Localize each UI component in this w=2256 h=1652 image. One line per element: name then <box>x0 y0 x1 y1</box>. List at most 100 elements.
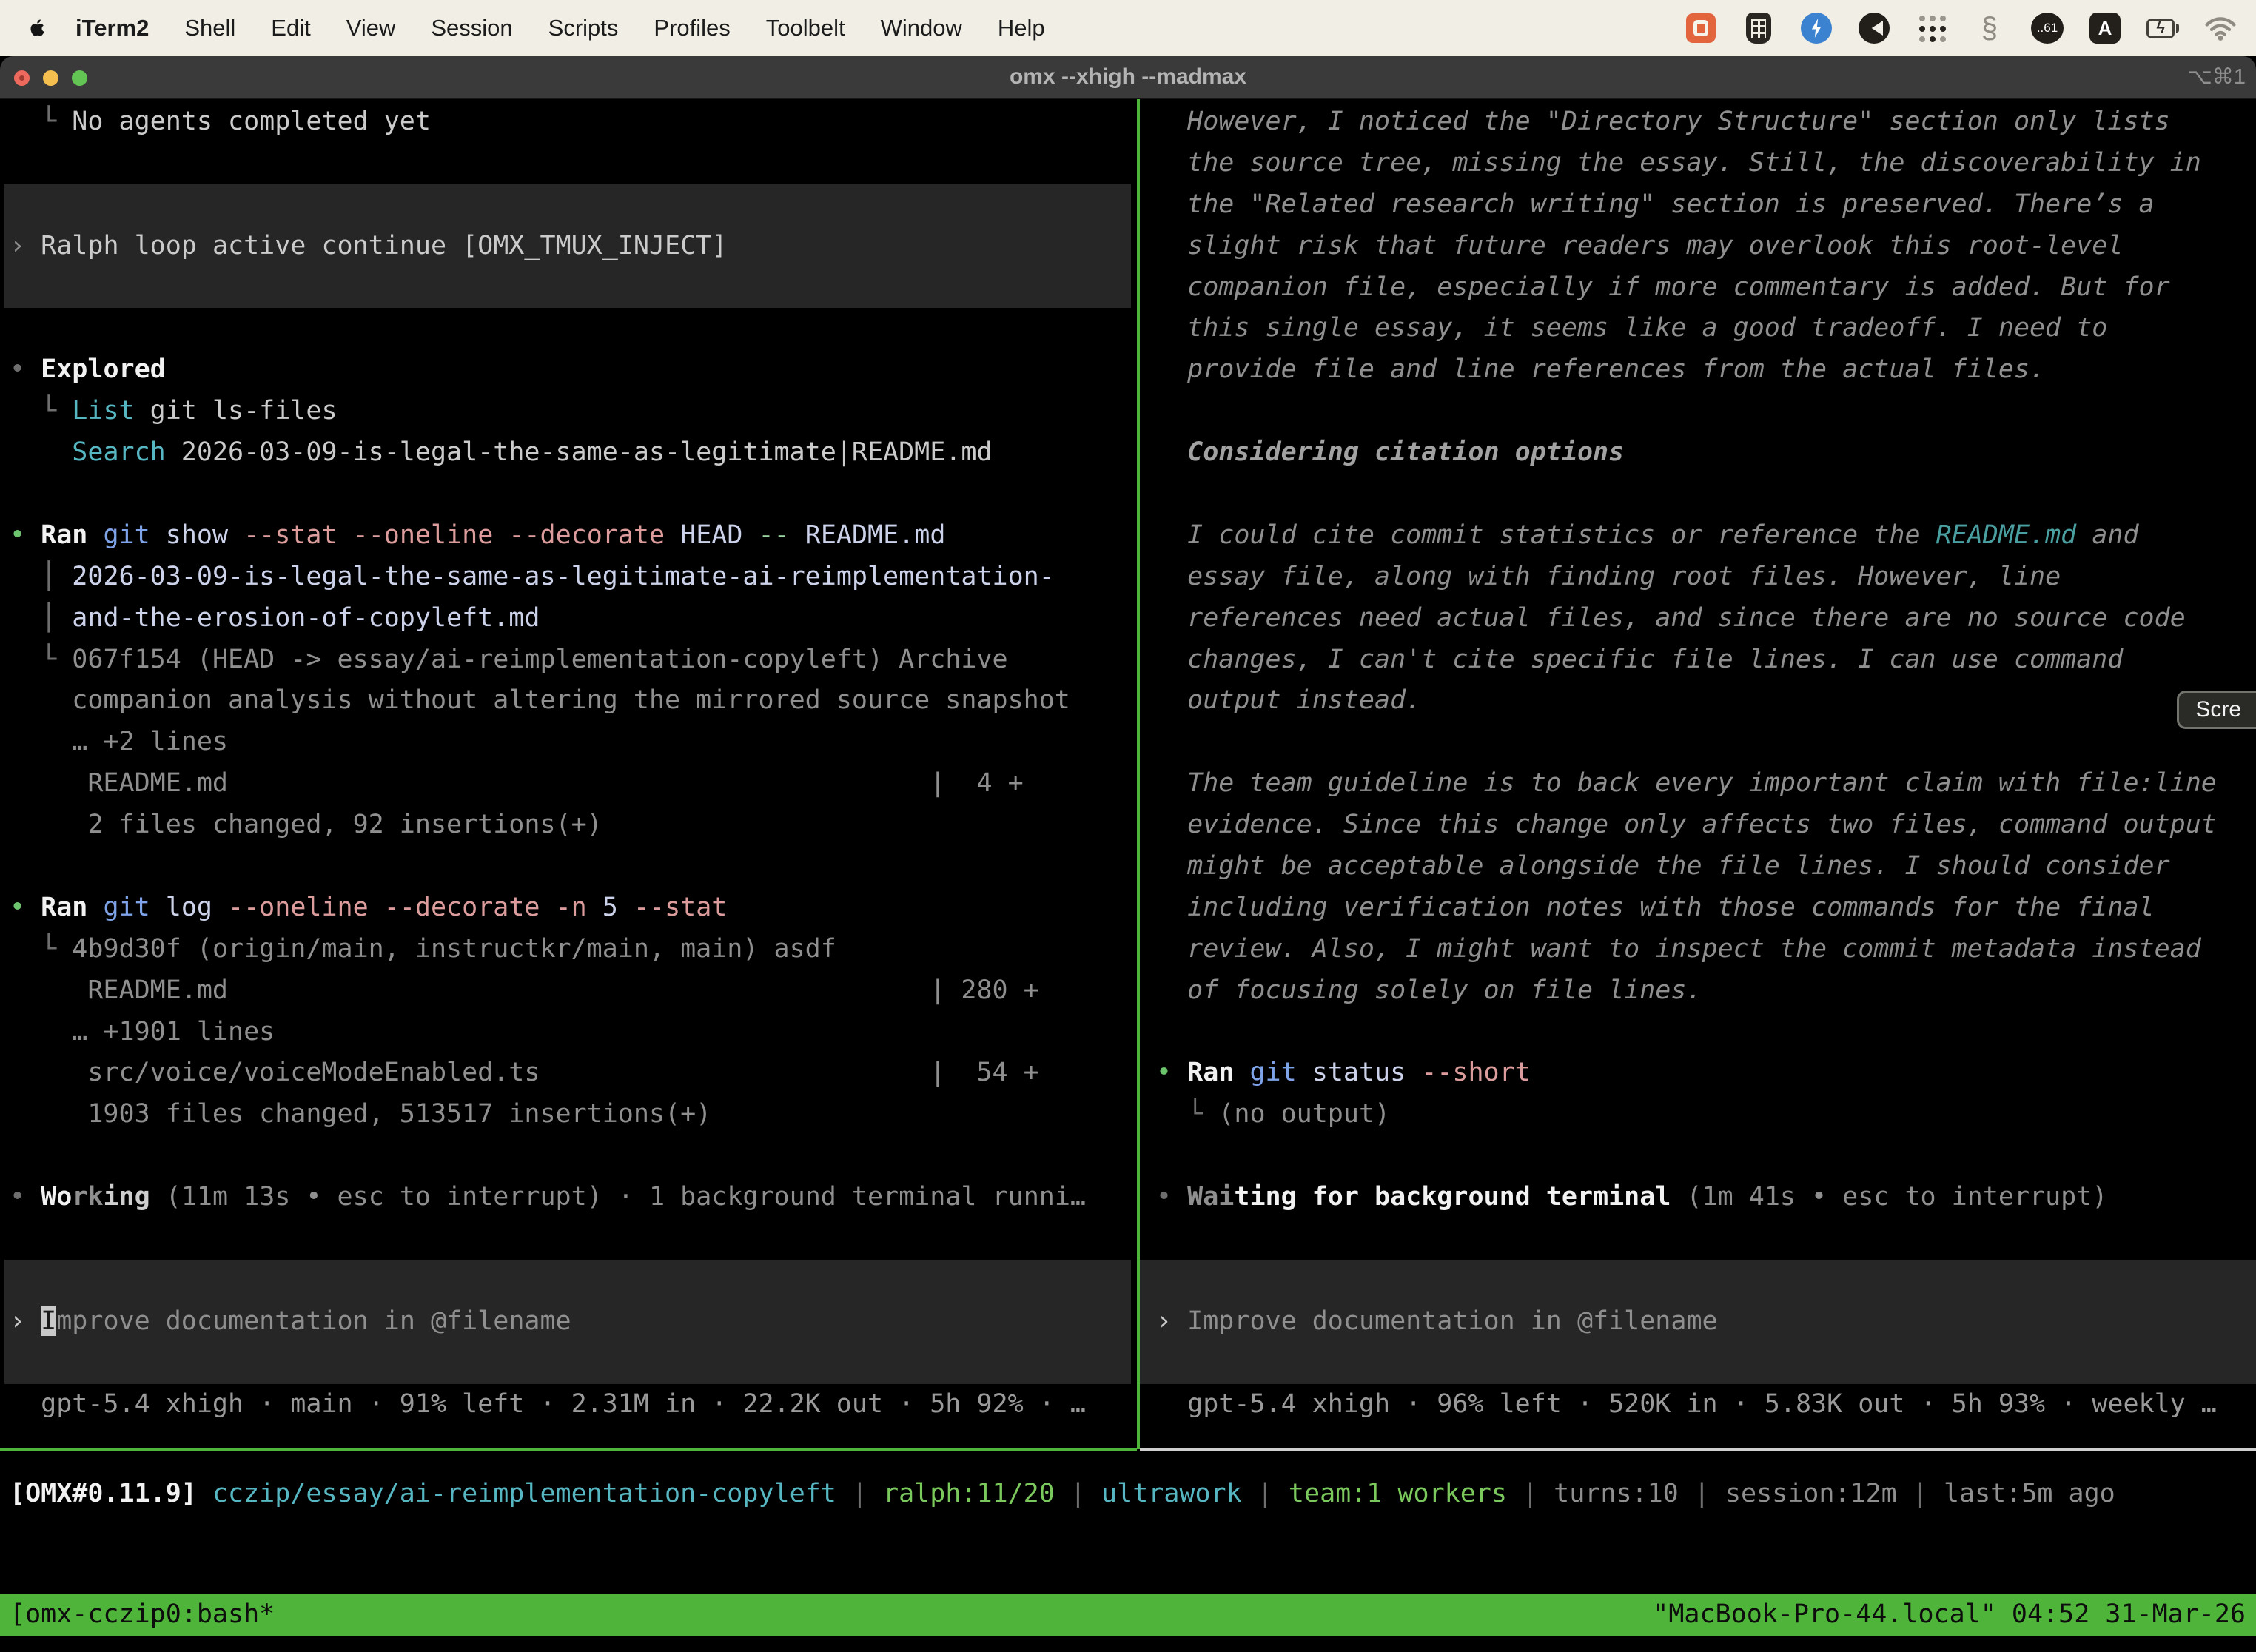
terminal-line <box>1156 1260 2256 1301</box>
menu-bar: iTerm2ShellEditViewSessionScriptsProfile… <box>0 0 2256 56</box>
terminal: └ No agents completed yet › Ralph loop ac… <box>0 99 2256 1652</box>
terminal-line <box>10 184 1137 226</box>
terminal-line: • Ran git show --stat --oneline --decora… <box>10 515 1137 557</box>
terminal-line: └ List git ls-files <box>10 391 1137 432</box>
menu-item-view[interactable]: View <box>329 15 414 41</box>
menu-status-icons: § ..61 A ϟ <box>1685 12 2256 44</box>
terminal-line: └ 4b9d30f (origin/main, instructkr/main,… <box>10 929 1137 970</box>
terminal-line: • Ran git status --short <box>1156 1052 2256 1094</box>
badge-61-icon[interactable]: ..61 <box>2031 12 2064 44</box>
terminal-line <box>10 474 1137 515</box>
tmux-host-clock: "MacBook-Pro-44.local" 04:52 31-Mar-26 <box>1653 1594 2246 1636</box>
terminal-line: src/voice/voiceModeEnabled.ts | 54 + <box>10 1052 1137 1094</box>
terminal-line <box>10 846 1137 887</box>
menu-item-edit[interactable]: Edit <box>253 15 328 41</box>
tmux-status-bar: [omx-cczip0:bash* "MacBook-Pro-44.local"… <box>0 1594 2256 1636</box>
chat-icon[interactable] <box>1685 12 1717 44</box>
apple-logo-icon <box>28 17 47 39</box>
terminal-line: the source tree, missing the essay. Stil… <box>1156 143 2256 184</box>
terminal-line <box>1156 1343 2256 1384</box>
tmux-window-tab[interactable]: [omx-cczip0:bash* <box>10 1594 275 1636</box>
terminal-line: 2 files changed, 92 insertions(+) <box>10 805 1137 846</box>
terminal-line: › Improve documentation in @filename <box>1156 1301 2256 1343</box>
menu-item-shell[interactable]: Shell <box>167 15 253 41</box>
dark-disc-icon[interactable] <box>1858 12 1890 44</box>
menu-item-scripts[interactable]: Scripts <box>531 15 637 41</box>
terminal-line: the "Related research writing" section i… <box>1156 184 2256 226</box>
terminal-line: … +1901 lines <box>10 1012 1137 1053</box>
dots-grid-icon[interactable] <box>1916 12 1948 44</box>
menu-item-profiles[interactable]: Profiles <box>636 15 748 41</box>
terminal-line: README.md | 280 + <box>10 970 1137 1012</box>
menu-item-window[interactable]: Window <box>863 15 980 41</box>
terminal-line: output instead. <box>1156 680 2256 722</box>
shield-grid-icon[interactable] <box>1742 12 1775 44</box>
window-titlebar: omx --xhigh --madmax ⌥⌘1 <box>0 56 2256 99</box>
terminal-line: › Improve documentation in @filename <box>10 1301 1137 1343</box>
terminal-line <box>10 143 1137 184</box>
terminal-line: gpt-5.4 xhigh · main · 91% left · 2.31M … <box>10 1384 1137 1426</box>
battery-icon[interactable]: ϟ <box>2146 12 2179 44</box>
window-shortcut-badge: ⌥⌘1 <box>2187 56 2246 99</box>
terminal-line: gpt-5.4 xhigh · 96% left · 520K in · 5.8… <box>1156 1384 2256 1426</box>
menu-item-iterm2[interactable]: iTerm2 <box>58 15 167 41</box>
terminal-line: provide file and line references from th… <box>1156 349 2256 391</box>
terminal-line: slight risk that future readers may over… <box>1156 226 2256 267</box>
terminal-line <box>1156 391 2256 432</box>
tmux-pane-right[interactable]: However, I noticed the "Directory Struct… <box>1140 99 2256 1449</box>
blue-badge-icon[interactable] <box>1800 12 1833 44</box>
terminal-line: … +2 lines <box>10 722 1137 763</box>
terminal-line: evidence. Since this change only affects… <box>1156 805 2256 846</box>
terminal-line: • Working (11m 13s • esc to interrupt) ·… <box>10 1177 1137 1218</box>
terminal-line: • Explored <box>10 349 1137 391</box>
menu-item-help[interactable]: Help <box>980 15 1063 41</box>
squiggle-icon[interactable]: § <box>1973 12 2006 44</box>
screen: iTerm2ShellEditViewSessionScriptsProfile… <box>0 0 2256 1652</box>
menu-item-session[interactable]: Session <box>413 15 530 41</box>
terminal-line <box>1156 1135 2256 1177</box>
apple-menu-icon[interactable] <box>28 17 47 39</box>
terminal-line <box>1156 474 2256 515</box>
terminal-line: • Ran git log --oneline --decorate -n 5 … <box>10 887 1137 929</box>
terminal-line <box>1156 1218 2256 1260</box>
terminal-line <box>10 308 1137 349</box>
terminal-line: Considering citation options <box>1156 432 2256 474</box>
terminal-line: └ 067f154 (HEAD -> essay/ai-reimplementa… <box>10 639 1137 681</box>
terminal-line: › Ralph loop active continue [OMX_TMUX_I… <box>10 226 1137 267</box>
terminal-line <box>1156 722 2256 763</box>
terminal-line: The team guideline is to back every impo… <box>1156 763 2256 805</box>
terminal-line: including verification notes with those … <box>1156 887 2256 929</box>
terminal-line <box>10 1343 1137 1384</box>
terminal-line: companion analysis without altering the … <box>10 680 1137 722</box>
terminal-line: 1903 files changed, 513517 insertions(+) <box>10 1094 1137 1135</box>
terminal-line: references need actual files, and since … <box>1156 598 2256 639</box>
terminal-line: However, I noticed the "Directory Struct… <box>1156 101 2256 143</box>
pane-border-right <box>1140 1448 2256 1451</box>
terminal-line: changes, I can't cite specific file line… <box>1156 639 2256 681</box>
terminal-line: essay file, along with finding root file… <box>1156 557 2256 598</box>
terminal-line: • Waiting for background terminal (1m 41… <box>1156 1177 2256 1218</box>
terminal-line <box>10 1135 1137 1177</box>
omx-status-line: [OMX#0.11.9] cczip/essay/ai-reimplementa… <box>10 1473 2115 1514</box>
terminal-line: Search 2026-03-09-is-legal-the-same-as-l… <box>10 432 1137 474</box>
keyboard-layout-icon[interactable]: A <box>2089 12 2121 44</box>
terminal-line: companion file, especially if more comme… <box>1156 267 2256 309</box>
terminal-line: └ No agents completed yet <box>10 101 1137 143</box>
menu-item-toolbelt[interactable]: Toolbelt <box>748 15 863 41</box>
terminal-line <box>1156 1012 2256 1053</box>
terminal-line: this single essay, it seems like a good … <box>1156 308 2256 349</box>
window-title: omx --xhigh --madmax <box>0 56 2256 99</box>
tmux-pane-left[interactable]: └ No agents completed yet › Ralph loop ac… <box>0 99 1137 1449</box>
terminal-line <box>10 1218 1137 1260</box>
menu-items: iTerm2ShellEditViewSessionScriptsProfile… <box>58 15 1063 41</box>
terminal-line <box>10 267 1137 309</box>
terminal-line: └ (no output) <box>1156 1094 2256 1135</box>
terminal-line: │ and-the-erosion-of-copyleft.md <box>10 598 1137 639</box>
terminal-line: │ 2026-03-09-is-legal-the-same-as-legiti… <box>10 557 1137 598</box>
terminal-line <box>10 1260 1137 1301</box>
pane-border-left <box>0 1448 1137 1451</box>
terminal-line: of focusing solely on file lines. <box>1156 970 2256 1012</box>
terminal-line: README.md | 4 + <box>10 763 1137 805</box>
wifi-icon[interactable] <box>2204 12 2237 44</box>
terminal-line: review. Also, I might want to inspect th… <box>1156 929 2256 970</box>
